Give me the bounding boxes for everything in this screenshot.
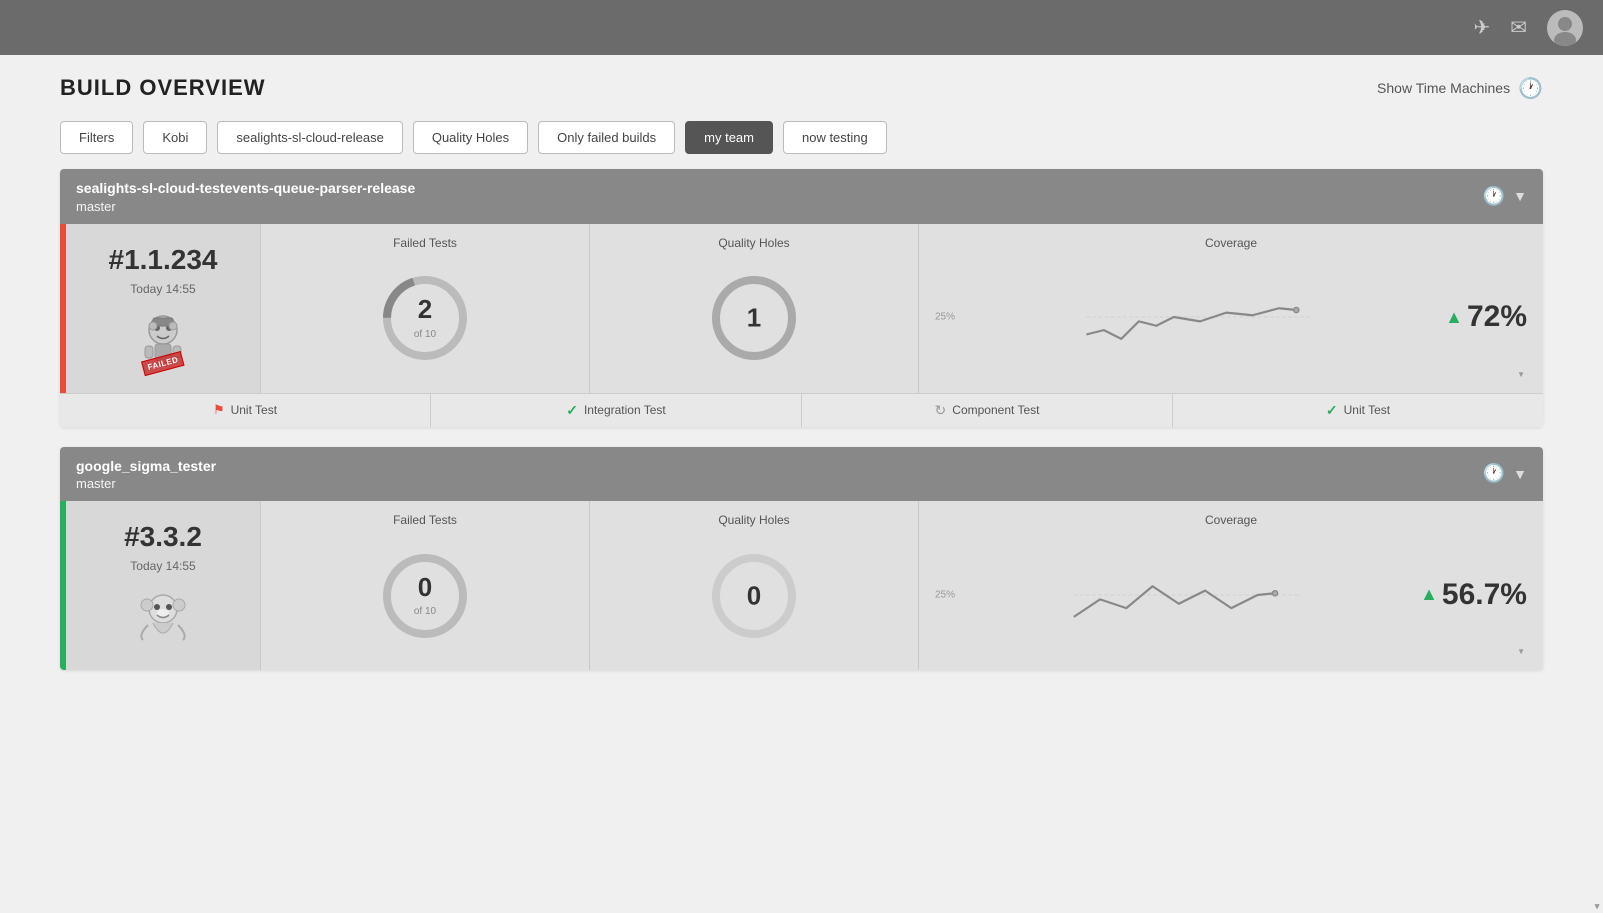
test-labels-row-0: ⚑ Unit Test ✓ Integration Test ↻ Component Te… xyxy=(60,393,1543,427)
clock-icon: 🕐 xyxy=(1518,76,1543,101)
build-mascot-0: FAILED FAILED xyxy=(133,308,193,373)
filter-btn-2[interactable]: sealights-sl-cloud-release xyxy=(217,121,402,154)
build-name-1: google_sigma_tester xyxy=(76,457,216,477)
coverage-25pct-1: 25% xyxy=(935,589,955,600)
failed-tests-section-0: Failed Tests 2 of 10 ▼ xyxy=(260,224,589,393)
quality-holes-section-1: Quality Holes 0 ▼ xyxy=(589,501,918,670)
coverage-section-1: Coverage 25% ▲ 56.7% ▼ xyxy=(918,501,1543,670)
build-card-header-0: sealights-sl-cloud-testevents-queue-pars… xyxy=(60,169,1543,224)
build-mascot-1 xyxy=(133,585,193,650)
top-nav: ✈ ✉ xyxy=(0,0,1603,55)
test-label-item-0-0: ⚑ Unit Test xyxy=(60,394,431,427)
test-label-text-0-0: Unit Test xyxy=(231,403,277,417)
avatar[interactable] xyxy=(1547,10,1583,46)
build-name-0: sealights-sl-cloud-testevents-queue-pars… xyxy=(76,179,415,199)
quality-holes-donut-0: 1 xyxy=(709,273,799,363)
filter-btn-5[interactable]: my team xyxy=(685,121,773,154)
coverage-percent-display-1: ▲ 56.7% xyxy=(1420,578,1527,612)
failed-tests-label-1: Failed Tests xyxy=(393,513,457,527)
coverage-25pct-0: 25% xyxy=(935,312,955,323)
page-title: BUILD OVERVIEW xyxy=(60,75,266,101)
quality-holes-count-1: 0 xyxy=(747,581,761,610)
filter-btn-3[interactable]: Quality Holes xyxy=(413,121,528,154)
quality-holes-donut-1: 0 xyxy=(709,551,799,641)
test-status-icon-red-0-0: ⚑ xyxy=(213,402,225,418)
dropdown-btn-0[interactable]: ▼ xyxy=(1513,188,1527,204)
quality-holes-label-1: Quality Holes xyxy=(718,513,789,527)
show-time-machines-button[interactable]: Show Time Machines 🕐 xyxy=(1377,76,1543,101)
test-label-item-0-1: ✓ Integration Test xyxy=(431,394,802,427)
build-card-0: sealights-sl-cloud-testevents-queue-pars… xyxy=(60,169,1543,427)
coverage-section-0: Coverage 25% ▲ 72% ▼ xyxy=(918,224,1543,393)
failed-tests-sub-0: of 10 xyxy=(414,329,436,340)
test-status-icon-gray-0-2: ↻ xyxy=(935,402,947,419)
quality-holes-count-0: 1 xyxy=(747,304,761,333)
test-label-text-0-2: Component Test xyxy=(952,403,1039,417)
coverage-chart-area-0: Coverage 25% ▲ 72% ▼ xyxy=(935,236,1527,381)
email-icon[interactable]: ✉ xyxy=(1510,15,1527,40)
failed-tests-donut-1: 0 of 10 xyxy=(380,551,470,641)
dropdown-btn-1[interactable]: ▼ xyxy=(1513,466,1527,482)
page-header: BUILD OVERVIEW Show Time Machines 🕐 xyxy=(0,55,1603,116)
failed-tests-count-0: 2 xyxy=(414,295,436,324)
build-branch-1: master xyxy=(76,476,216,491)
filter-btn-6[interactable]: now testing xyxy=(783,121,887,154)
coverage-label-1: Coverage xyxy=(935,513,1527,527)
cov-corner-arrow-1: ▼ xyxy=(1517,647,1525,656)
test-status-icon-green-0-1: ✓ xyxy=(566,402,578,419)
build-status-section-0: #1.1.234 Today 14:55 FAILED FAILED xyxy=(60,224,260,393)
quality-holes-section-0: Quality Holes 1 ▼ xyxy=(589,224,918,393)
coverage-value-0: 72% xyxy=(1467,300,1527,334)
coverage-arrow-1: ▲ xyxy=(1420,584,1438,605)
filter-btn-1[interactable]: Kobi xyxy=(143,121,207,154)
show-time-machines-label: Show Time Machines xyxy=(1377,80,1510,96)
quality-holes-label-0: Quality Holes xyxy=(718,236,789,250)
failed-tests-donut-0: 2 of 10 xyxy=(380,273,470,363)
coverage-arrow-0: ▲ xyxy=(1445,307,1463,328)
build-status-section-1: #3.3.2 Today 14:55 xyxy=(60,501,260,670)
test-label-text-0-1: Integration Test xyxy=(584,403,666,417)
failed-tests-sub-1: of 10 xyxy=(414,606,436,617)
notification-icon[interactable]: ✈ xyxy=(1473,15,1490,40)
build-time-0: Today 14:55 xyxy=(130,282,195,296)
coverage-line-chart-1 xyxy=(963,560,1412,630)
coverage-line-chart-0 xyxy=(963,282,1437,352)
coverage-percent-display-0: ▲ 72% xyxy=(1445,300,1527,334)
coverage-chart-area-1: Coverage 25% ▲ 56.7% ▼ xyxy=(935,513,1527,658)
test-status-icon-green-0-3: ✓ xyxy=(1326,402,1338,419)
filter-bar: Filters Kobi sealights-sl-cloud-release Qua… xyxy=(0,116,1603,169)
test-label-item-0-3: ✓ Unit Test xyxy=(1173,394,1543,427)
test-label-text-0-3: Unit Test xyxy=(1344,403,1390,417)
cov-corner-arrow-0: ▼ xyxy=(1517,370,1525,379)
build-card-header-1: google_sigma_tester master 🕐 ▼ xyxy=(60,447,1543,502)
filter-btn-0[interactable]: Filters xyxy=(60,121,133,154)
coverage-label-0: Coverage xyxy=(935,236,1527,250)
filter-btn-4[interactable]: Only failed builds xyxy=(538,121,675,154)
time-machine-btn-1[interactable]: 🕐 xyxy=(1483,463,1505,484)
test-label-item-0-2: ↻ Component Test xyxy=(802,394,1173,427)
coverage-value-1: 56.7% xyxy=(1442,578,1527,612)
build-number-1: #3.3.2 xyxy=(124,521,202,553)
build-card-1: google_sigma_tester master 🕐 ▼ #3.3.2 To… xyxy=(60,447,1543,671)
failed-tests-label-0: Failed Tests xyxy=(393,236,457,250)
time-machine-btn-0[interactable]: 🕐 xyxy=(1483,186,1505,207)
build-branch-0: master xyxy=(76,199,415,214)
failed-tests-count-1: 0 xyxy=(414,573,436,602)
failed-tests-section-1: Failed Tests 0 of 10 ▼ xyxy=(260,501,589,670)
build-time-1: Today 14:55 xyxy=(130,559,195,573)
build-number-0: #1.1.234 xyxy=(109,244,218,276)
